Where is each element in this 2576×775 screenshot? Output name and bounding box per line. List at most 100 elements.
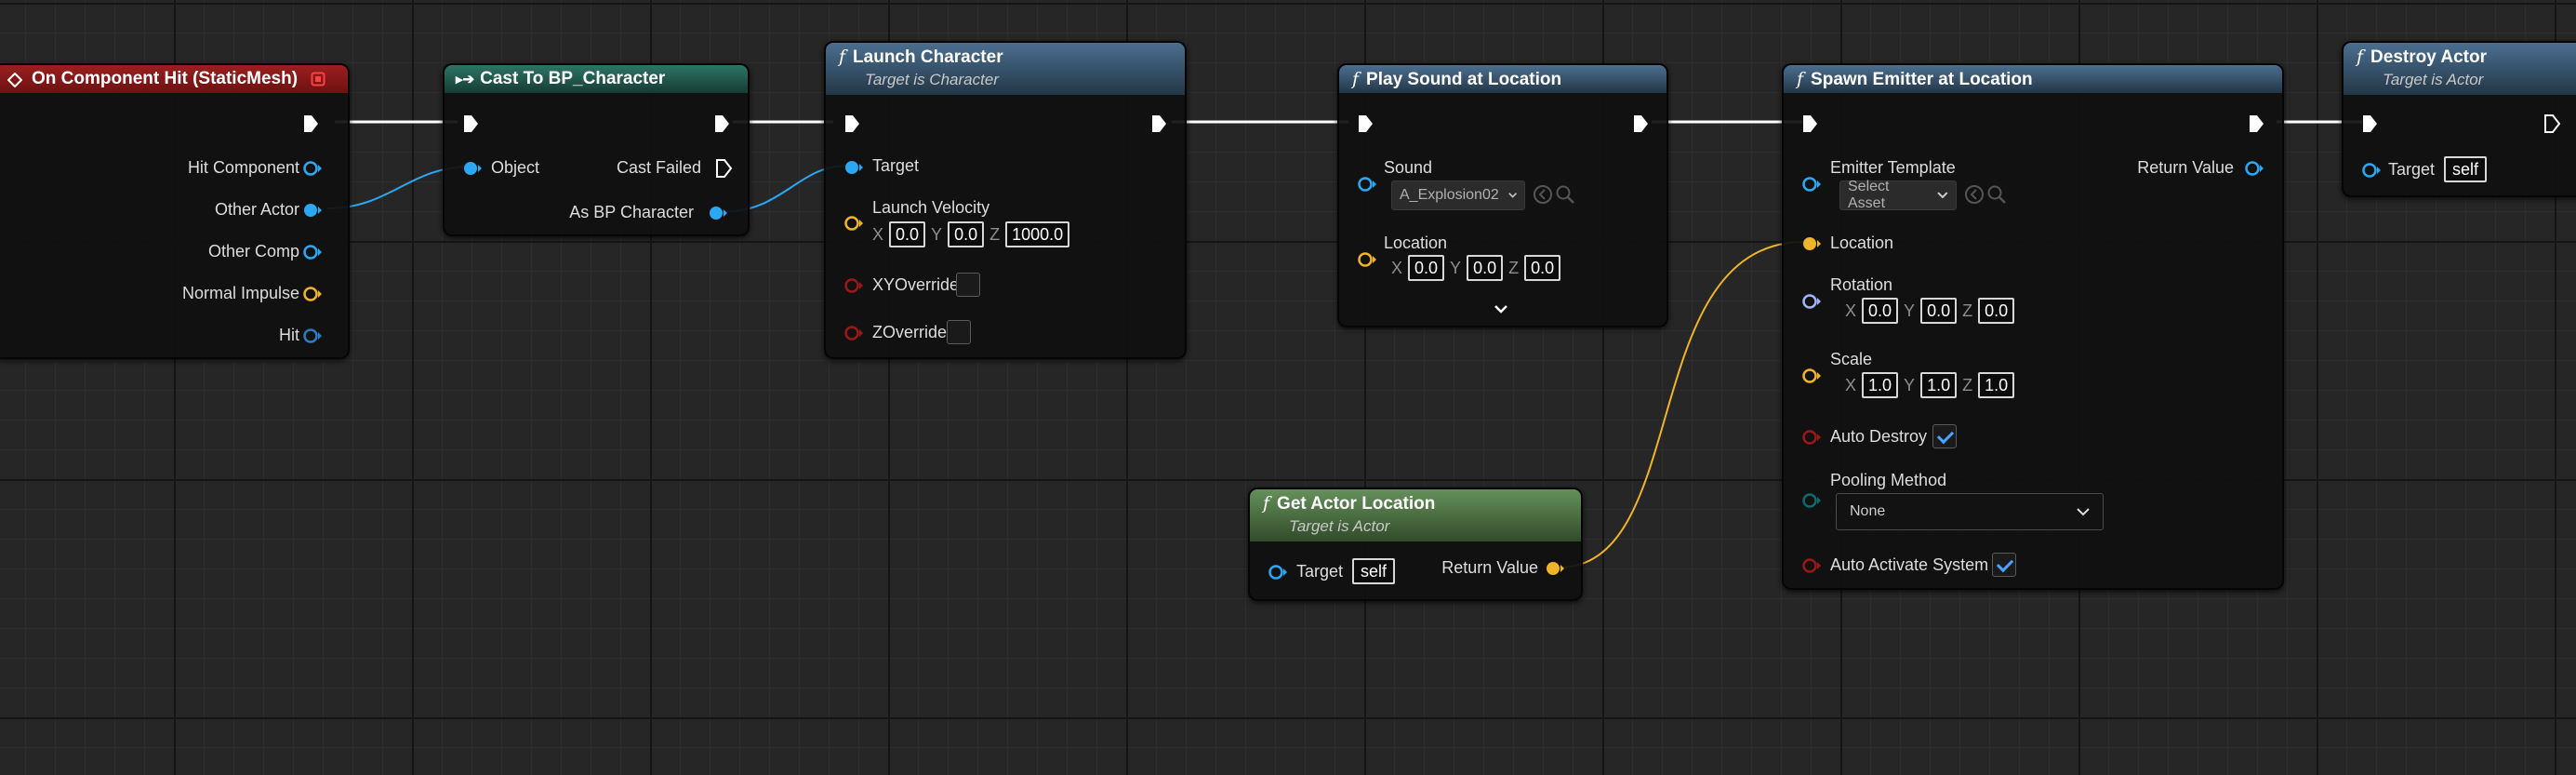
velocity-x-input[interactable]: 0.0: [889, 221, 926, 247]
rotator-pin-icon[interactable]: [1800, 291, 1823, 312]
launch-character-node[interactable]: f Launch Character Target is Character Ta…: [824, 41, 1187, 359]
pin-label-cast-failed: Cast Failed: [616, 158, 701, 177]
axis-y-label: Y: [1904, 301, 1916, 320]
use-selected-asset-icon[interactable]: [1964, 184, 1985, 205]
node-header: f Destroy Actor Target is Actor: [2344, 43, 2576, 95]
zoverride-checkbox[interactable]: [947, 320, 971, 344]
pin-label-target: Target: [2388, 160, 2436, 179]
cast-arrow-icon: ▸➔: [456, 72, 475, 87]
pin-label-target: Target: [872, 156, 920, 175]
object-pin-icon[interactable]: [301, 200, 324, 220]
sound-asset-value: A_Explosion02: [1400, 187, 1499, 203]
exec-out-pin[interactable]: [712, 114, 731, 134]
object-pin-icon[interactable]: [1800, 174, 1823, 194]
node-header: f Spawn Emitter at Location: [1784, 65, 2282, 93]
exec-out-pin[interactable]: [1149, 114, 1168, 134]
exec-in-pin[interactable]: [2360, 114, 2379, 134]
exec-out-pin[interactable]: [2247, 114, 2265, 134]
object-pin-icon[interactable]: [301, 242, 324, 262]
node-header: f Get Actor Location Target is Actor: [1250, 489, 1581, 541]
object-pin-icon[interactable]: [707, 203, 729, 223]
destroy-actor-node[interactable]: f Destroy Actor Target is Actor Target se…: [2342, 41, 2576, 197]
struct-pin-icon[interactable]: [1800, 366, 1823, 386]
axis-z-label: Z: [1962, 301, 1973, 320]
cast-to-bp-character-node[interactable]: ▸➔ Cast To BP_Character Object Cast Faile…: [443, 63, 750, 236]
struct-pin-icon[interactable]: [843, 213, 865, 234]
node-subtitle: Target is Character: [865, 71, 999, 88]
auto-destroy-checkbox[interactable]: [1932, 424, 1957, 448]
exec-in-pin[interactable]: [1356, 114, 1374, 134]
pooling-method-value: None: [1850, 503, 1886, 519]
axis-y-label: Y: [1904, 375, 1916, 394]
xyoverride-checkbox[interactable]: [956, 273, 980, 297]
exec-in-pin[interactable]: [1800, 114, 1819, 134]
location-z-input[interactable]: 0.0: [1524, 255, 1561, 281]
axis-z-label: Z: [1508, 258, 1520, 277]
pin-label-as-bp-character: As BP Character: [569, 203, 694, 221]
pin-label-pooling-method: Pooling Method: [1830, 471, 1947, 489]
node-title: f Spawn Emitter at Location: [1797, 69, 2033, 89]
object-pin-icon[interactable]: [1267, 562, 1289, 582]
node-title: f Get Actor Location: [1263, 493, 1436, 514]
delegate-pin-icon[interactable]: [311, 72, 325, 87]
pin-label-zoverride: ZOverride: [872, 323, 948, 341]
sound-asset-picker[interactable]: A_Explosion02: [1391, 180, 1525, 210]
velocity-z-input[interactable]: 1000.0: [1005, 221, 1070, 247]
rotation-x-input[interactable]: 0.0: [1862, 298, 1899, 324]
bool-pin-icon[interactable]: [1800, 427, 1823, 448]
struct-pin-icon[interactable]: [1356, 249, 1378, 270]
use-selected-asset-icon[interactable]: [1533, 184, 1553, 205]
scale-vector: X 1.0 Y 1.0 Z 1.0: [1845, 372, 2015, 398]
struct-pin-icon[interactable]: [301, 326, 324, 346]
rotation-y-input[interactable]: 0.0: [1920, 298, 1958, 324]
node-subtitle: Target is Actor: [1289, 517, 1390, 535]
scale-z-input[interactable]: 1.0: [1978, 372, 2015, 398]
exec-cast-failed-pin[interactable]: [714, 158, 733, 179]
rotation-z-input[interactable]: 0.0: [1978, 298, 2015, 324]
play-sound-at-location-node[interactable]: f Play Sound at Location Sound A_Explosio…: [1337, 63, 1668, 327]
object-pin-icon[interactable]: [843, 157, 865, 178]
target-self-input[interactable]: self: [1352, 558, 1396, 584]
scale-y-input[interactable]: 1.0: [1920, 372, 1958, 398]
spawn-emitter-at-location-node[interactable]: f Spawn Emitter at Location Emitter Templ…: [1782, 63, 2284, 590]
location-y-input[interactable]: 0.0: [1467, 255, 1504, 281]
bool-pin-icon[interactable]: [843, 323, 865, 343]
axis-z-label: Z: [989, 224, 1001, 244]
struct-pin-icon[interactable]: [301, 284, 324, 304]
object-pin-icon[interactable]: [461, 158, 484, 179]
exec-in-pin[interactable]: [843, 114, 861, 134]
browse-asset-search-icon[interactable]: [1555, 184, 1575, 205]
get-actor-location-node[interactable]: f Get Actor Location Target is Actor Targ…: [1248, 488, 1583, 601]
scale-x-input[interactable]: 1.0: [1862, 372, 1899, 398]
expand-advanced-chevron-icon[interactable]: [1494, 303, 1508, 314]
exec-out-pin[interactable]: [301, 114, 320, 134]
enum-pin-icon[interactable]: [1800, 490, 1823, 511]
pin-label-location: Location: [1384, 234, 1448, 252]
node-header: f Play Sound at Location: [1339, 65, 1666, 93]
struct-pin-icon[interactable]: [1544, 558, 1566, 579]
launch-velocity-vector: X 0.0 Y 0.0 Z 1000.0: [872, 221, 1070, 247]
node-title: On Component Hit (StaticMesh): [32, 69, 299, 88]
struct-pin-icon[interactable]: [1800, 234, 1823, 254]
object-pin-icon[interactable]: [1356, 174, 1378, 194]
on-component-hit-node[interactable]: On Component Hit (StaticMesh) Hit Compon…: [0, 63, 350, 359]
emitter-asset-picker[interactable]: Select Asset: [1839, 179, 1957, 211]
pooling-method-dropdown[interactable]: None: [1836, 493, 2104, 530]
auto-activate-system-checkbox[interactable]: [1992, 553, 2016, 577]
velocity-y-input[interactable]: 0.0: [948, 221, 985, 247]
node-title: f Destroy Actor: [2357, 47, 2487, 67]
pin-label-hit: Hit: [279, 326, 299, 344]
browse-asset-search-icon[interactable]: [1986, 184, 2007, 205]
exec-in-pin[interactable]: [461, 114, 480, 134]
object-pin-icon[interactable]: [2360, 160, 2383, 180]
object-pin-icon[interactable]: [2243, 158, 2265, 179]
object-pin-icon[interactable]: [301, 158, 324, 179]
exec-out-pin[interactable]: [1631, 114, 1650, 134]
bool-pin-icon[interactable]: [843, 275, 865, 296]
node-title: f Launch Character: [839, 47, 1003, 67]
bool-pin-icon[interactable]: [1800, 555, 1823, 576]
location-x-input[interactable]: 0.0: [1408, 255, 1445, 281]
exec-out-pin[interactable]: [2543, 114, 2561, 134]
target-self-input[interactable]: self: [2444, 156, 2488, 182]
pin-label-sound: Sound: [1384, 158, 1433, 177]
